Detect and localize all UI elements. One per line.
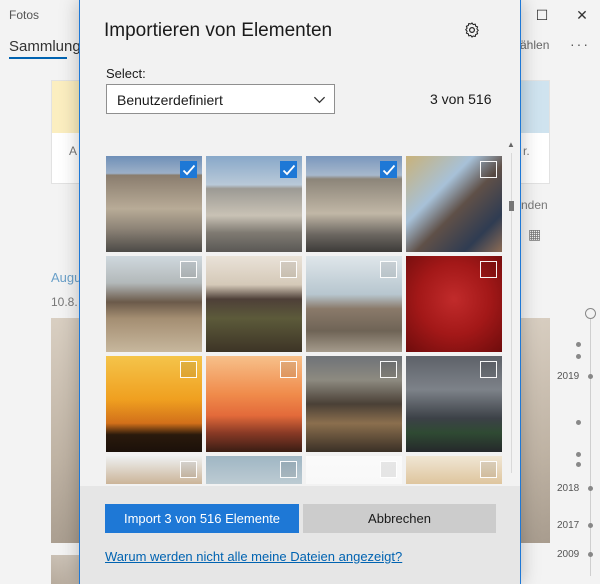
timeline-handle[interactable] [585, 308, 596, 319]
photo-thumbnail[interactable] [106, 256, 202, 352]
timeline-dot [576, 342, 581, 347]
dialog-title: Importieren von Elementen [104, 20, 333, 41]
photo-thumbnail[interactable] [206, 156, 302, 252]
photo-thumbnail[interactable] [206, 356, 302, 452]
photo-thumbnail[interactable] [406, 356, 502, 452]
side-text: nden [521, 198, 548, 212]
import-dialog: Importieren von Elementen Select: Benutz… [79, 0, 521, 584]
timeline-dot [576, 354, 581, 359]
background-photo-left-2[interactable] [51, 555, 81, 584]
select-checkbox[interactable] [180, 161, 197, 178]
timeline-year[interactable]: 2017 [556, 520, 581, 531]
timeline-dot [576, 452, 581, 457]
background-card-right[interactable]: r. [520, 80, 550, 184]
select-checkbox[interactable] [480, 461, 497, 478]
select-label: Select: [106, 66, 146, 81]
photo-thumbnail[interactable] [406, 156, 502, 252]
grid-view-icon[interactable]: ▦ [528, 226, 541, 243]
card-label: A [69, 144, 78, 158]
timeline-dot [576, 462, 581, 467]
dialog-footer: Import 3 von 516 Elemente Abbrechen Waru… [80, 486, 520, 584]
timeline-dot [588, 374, 593, 379]
select-checkbox[interactable] [380, 361, 397, 378]
photo-thumbnail[interactable] [306, 156, 402, 252]
close-button[interactable]: ✕ [568, 4, 596, 26]
timeline-year[interactable]: 2009 [556, 549, 581, 560]
maximize-button[interactable]: ☐ [528, 4, 556, 26]
help-link[interactable]: Warum werden nicht alle meine Dateien an… [105, 549, 402, 564]
select-checkbox[interactable] [380, 161, 397, 178]
select-checkbox[interactable] [380, 461, 397, 478]
import-button[interactable]: Import 3 von 516 Elemente [105, 504, 299, 533]
select-button[interactable]: ählen [520, 38, 549, 52]
select-checkbox[interactable] [480, 361, 497, 378]
checkmark-icon [282, 164, 296, 176]
date-heading: Augu [51, 270, 82, 285]
scroll-up-arrow-icon[interactable]: ▲ [507, 141, 515, 149]
photo-thumbnail[interactable] [306, 356, 402, 452]
selection-count: 3 von 516 [430, 91, 492, 107]
select-checkbox[interactable] [280, 261, 297, 278]
checkmark-icon [182, 164, 196, 176]
photo-thumbnail[interactable] [206, 456, 302, 484]
dropdown-value: Benutzerdefiniert [117, 92, 223, 108]
photo-thumbnail[interactable] [206, 256, 302, 352]
checkmark-icon [382, 164, 396, 176]
select-checkbox[interactable] [280, 461, 297, 478]
photo-thumbnail[interactable] [406, 456, 502, 484]
scrollbar[interactable]: ▲ [505, 141, 517, 484]
photo-thumbnail[interactable] [306, 256, 402, 352]
photo-thumbnail[interactable] [306, 456, 402, 484]
card-thumbnail [521, 81, 549, 133]
gear-icon[interactable] [463, 21, 481, 39]
timeline-dot [588, 486, 593, 491]
select-checkbox[interactable] [480, 161, 497, 178]
chevron-down-icon [313, 96, 326, 104]
tab-underline [9, 57, 67, 59]
tab-collection[interactable]: Sammlung [9, 38, 81, 55]
photo-thumbnail[interactable] [106, 156, 202, 252]
timeline-track[interactable] [590, 316, 591, 576]
select-checkbox[interactable] [380, 261, 397, 278]
background-photo-right[interactable] [520, 318, 550, 543]
card-label: r. [523, 144, 530, 158]
scroll-thumb[interactable] [509, 201, 514, 211]
date-subheading: 10.8. [51, 295, 78, 309]
select-checkbox[interactable] [280, 161, 297, 178]
select-checkbox[interactable] [180, 361, 197, 378]
select-checkbox[interactable] [280, 361, 297, 378]
cancel-button[interactable]: Abbrechen [303, 504, 496, 533]
timeline-year[interactable]: 2018 [556, 483, 581, 494]
timeline-dot [576, 420, 581, 425]
photo-thumbnail[interactable] [406, 256, 502, 352]
timeline-dot [588, 523, 593, 528]
photo-thumbnail[interactable] [106, 356, 202, 452]
select-checkbox[interactable] [480, 261, 497, 278]
timeline-year[interactable]: 2019 [556, 371, 581, 382]
more-button[interactable]: ··· [570, 36, 590, 52]
timeline-dot [588, 552, 593, 557]
select-checkbox[interactable] [180, 461, 197, 478]
background-photo-left[interactable] [51, 318, 81, 543]
app-title: Fotos [9, 8, 40, 22]
thumbnail-grid [106, 156, 505, 484]
photo-thumbnail[interactable] [106, 456, 202, 484]
selection-dropdown[interactable]: Benutzerdefiniert [106, 84, 335, 114]
select-checkbox[interactable] [180, 261, 197, 278]
